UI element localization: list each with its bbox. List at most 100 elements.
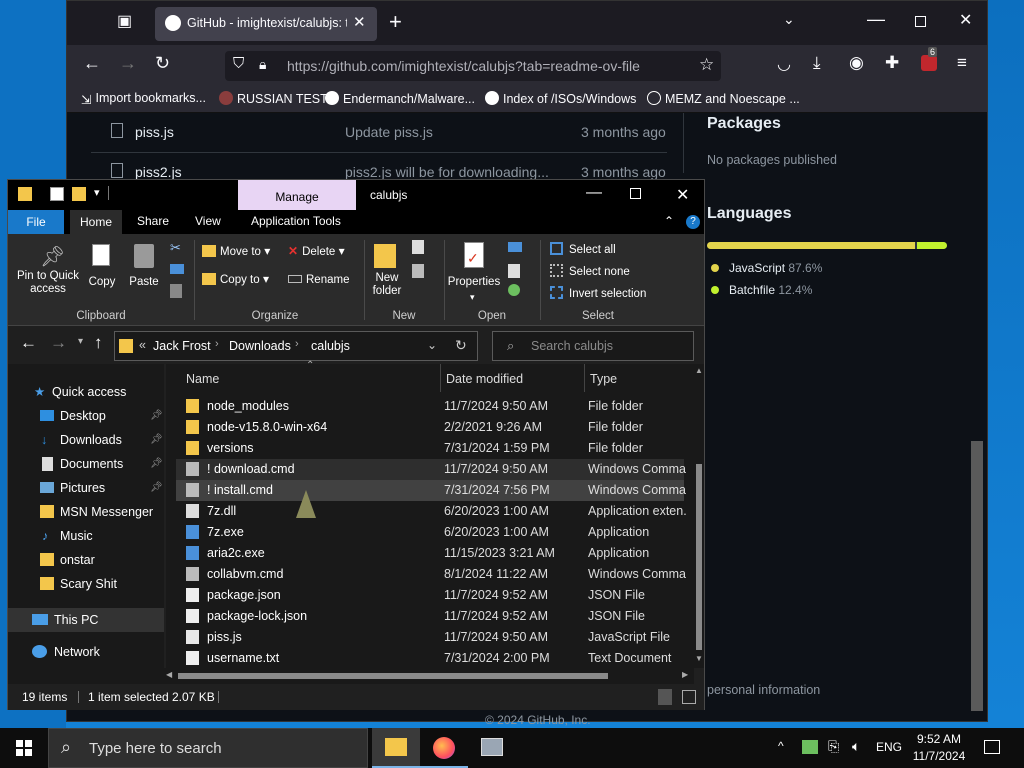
search-box[interactable]: ⌕ Search calubjs [492,331,694,361]
bookmark-star-icon[interactable]: ☆ [699,55,714,75]
page-scrollbar[interactable] [971,441,983,711]
close-icon[interactable]: ✕ [676,185,689,205]
vertical-scrollbar[interactable]: ▲ ▼ [694,364,704,668]
open-icon[interactable] [508,242,522,252]
column-header-type[interactable]: Type [590,372,617,386]
close-window-icon[interactable]: ✕ [959,10,972,30]
address-bar[interactable]: « Jack Frost › Downloads › calubjs ⌄ ↻ [114,331,478,361]
paste-button[interactable]: Paste [126,240,162,302]
horizontal-scrollbar[interactable]: ◀ ▶ [164,668,694,684]
tab-overview-icon[interactable]: ▣ [117,11,132,31]
file-row[interactable]: piss.js Update piss.js 3 months ago [91,113,667,153]
reload-icon[interactable]: ↻ [155,53,170,74]
collapse-ribbon-icon[interactable]: ⌃ [664,214,674,228]
language-item[interactable]: Batchfile 12.4% [711,283,812,297]
tab-file[interactable]: File [8,210,64,234]
breadcrumb-overflow-icon[interactable]: « [139,338,146,352]
windows-start-icon[interactable] [16,740,32,756]
minimize-icon[interactable]: — [586,184,602,202]
new-item-icon[interactable] [412,240,424,254]
scroll-left-icon[interactable]: ◀ [166,670,172,679]
account-icon[interactable]: ◉ [849,53,864,73]
minimize-icon[interactable]: — [867,9,885,30]
select-none-button[interactable]: Select none [550,264,630,278]
volume-icon[interactable]: 🔈︎ [852,738,860,755]
nav-desktop[interactable]: Desktop 📌︎ [8,404,164,428]
bookmark-item[interactable]: Index of /ISOs/Windows [485,91,636,106]
forward-icon[interactable]: → [50,333,67,353]
taskbar-search[interactable]: ⌕ Type here to search [48,728,368,768]
new-folder-qat-icon[interactable] [72,187,86,201]
file-row[interactable]: 7z.dll 6/20/2023 1:00 AM Application exten… [176,501,686,522]
copy-to-button[interactable]: Copy to ▾ [202,272,269,286]
column-divider[interactable] [440,364,441,392]
breadcrumb-downloads[interactable]: Downloads [229,339,291,353]
nav-network[interactable]: Network [8,640,164,664]
address-dropdown-icon[interactable]: ⌄ [427,338,437,352]
pin-to-quick-access-button[interactable]: 📌︎ Pin to Quick access [14,240,82,302]
file-row[interactable]: package-lock.json 11/7/2024 9:52 AM JSON F… [176,606,684,627]
new-tab-icon[interactable]: + [389,9,402,35]
bookmark-item[interactable]: Endermanch/Malware... [325,91,475,106]
file-row[interactable]: ! install.cmd 7/31/2024 7:56 PM Windows Co… [176,480,686,501]
file-row[interactable]: username.txt 7/31/2024 2:00 PM Text Docume… [176,648,684,669]
new-folder-button[interactable]: New folder [366,240,408,306]
move-to-button[interactable]: Move to ▾ [202,244,270,258]
nav-msn-messenger[interactable]: MSN Messenger [8,500,164,524]
nav-onstar[interactable]: onstar [8,548,164,572]
edit-icon[interactable] [508,264,520,278]
copy-path-icon[interactable] [170,264,184,274]
up-icon[interactable]: ↑ [94,333,103,353]
footer-link[interactable]: personal information [707,683,820,697]
recent-locations-icon[interactable]: ▾ [78,336,83,347]
commit-message[interactable]: piss2.js will be for downloading... [345,164,549,180]
file-name[interactable]: piss2.js [135,164,182,180]
nav-downloads[interactable]: ↓ Downloads 📌︎ [8,428,164,452]
breadcrumb-jack-frost[interactable]: Jack Frost [153,339,211,353]
details-view-icon[interactable] [658,689,672,705]
nav-documents[interactable]: Documents 📌︎ [8,452,164,476]
browser-tab[interactable]: GitHub - imightexist/calubjs: th ✕ [155,7,377,41]
large-icons-view-icon[interactable] [682,690,696,704]
clock[interactable]: 9:52 AM 11/7/2024 [906,731,972,765]
file-row[interactable]: package.json 11/7/2024 9:52 AM JSON File [176,585,684,606]
qat-dropdown-icon[interactable]: ▾ [94,186,100,199]
tab-home[interactable]: Home [70,210,122,235]
chevron-up-icon[interactable]: ^ [778,739,784,753]
back-icon[interactable]: ← [83,53,101,74]
file-name[interactable]: piss.js [135,124,174,140]
commit-message[interactable]: Update piss.js [345,124,433,140]
pocket-icon[interactable]: ◡ [777,54,791,74]
lock-icon[interactable]: 🔒︎ [259,56,266,73]
breadcrumb-calubjs[interactable]: calubjs [311,339,350,353]
column-header-date[interactable]: Date modified [446,372,523,386]
paste-shortcut-icon[interactable] [170,284,182,298]
file-row[interactable]: versions 7/31/2024 1:59 PM File folder [176,438,684,459]
nav-scary-shit[interactable]: Scary Shit [8,572,164,596]
network-icon[interactable]: ⎘ [828,738,839,755]
scrollbar-thumb[interactable] [696,464,702,650]
taskbar-firefox[interactable] [420,728,468,768]
help-icon[interactable]: ? [686,215,700,229]
file-row[interactable]: aria2c.exe 11/15/2023 3:21 AM Application [176,543,684,564]
bookmark-item[interactable]: MEMZ and Noescape ... [647,91,800,106]
copy-button[interactable]: Copy [86,240,118,302]
properties-button[interactable]: ✓ Properties ▾ [446,240,502,306]
invert-selection-button[interactable]: Invert selection [550,286,646,300]
scroll-up-icon[interactable]: ▲ [695,366,703,375]
close-tab-icon[interactable]: ✕ [353,13,366,31]
bookmark-item[interactable]: ⇲ Import bookmarks... [81,91,206,107]
nav-pictures[interactable]: Pictures 📌︎ [8,476,164,500]
bookmark-item[interactable]: RUSSIAN TEST [219,91,328,106]
tab-application-tools[interactable]: Application Tools [251,214,341,228]
scrollbar-thumb[interactable] [178,673,608,679]
column-divider[interactable] [584,364,585,392]
rename-button[interactable]: Rename [288,272,349,286]
file-row[interactable]: node_modules 11/7/2024 9:50 AM File folder [176,396,684,417]
nav-quick-access[interactable]: ★ Quick access [8,380,164,404]
downloads-icon[interactable]: ⤓ [813,53,821,73]
forward-icon[interactable]: → [119,53,137,74]
manage-tab[interactable]: Manage [238,180,356,210]
file-row[interactable]: node-v15.8.0-win-x64 2/2/2021 9:26 AM File… [176,417,684,438]
menu-icon[interactable]: ≡ [957,53,967,73]
